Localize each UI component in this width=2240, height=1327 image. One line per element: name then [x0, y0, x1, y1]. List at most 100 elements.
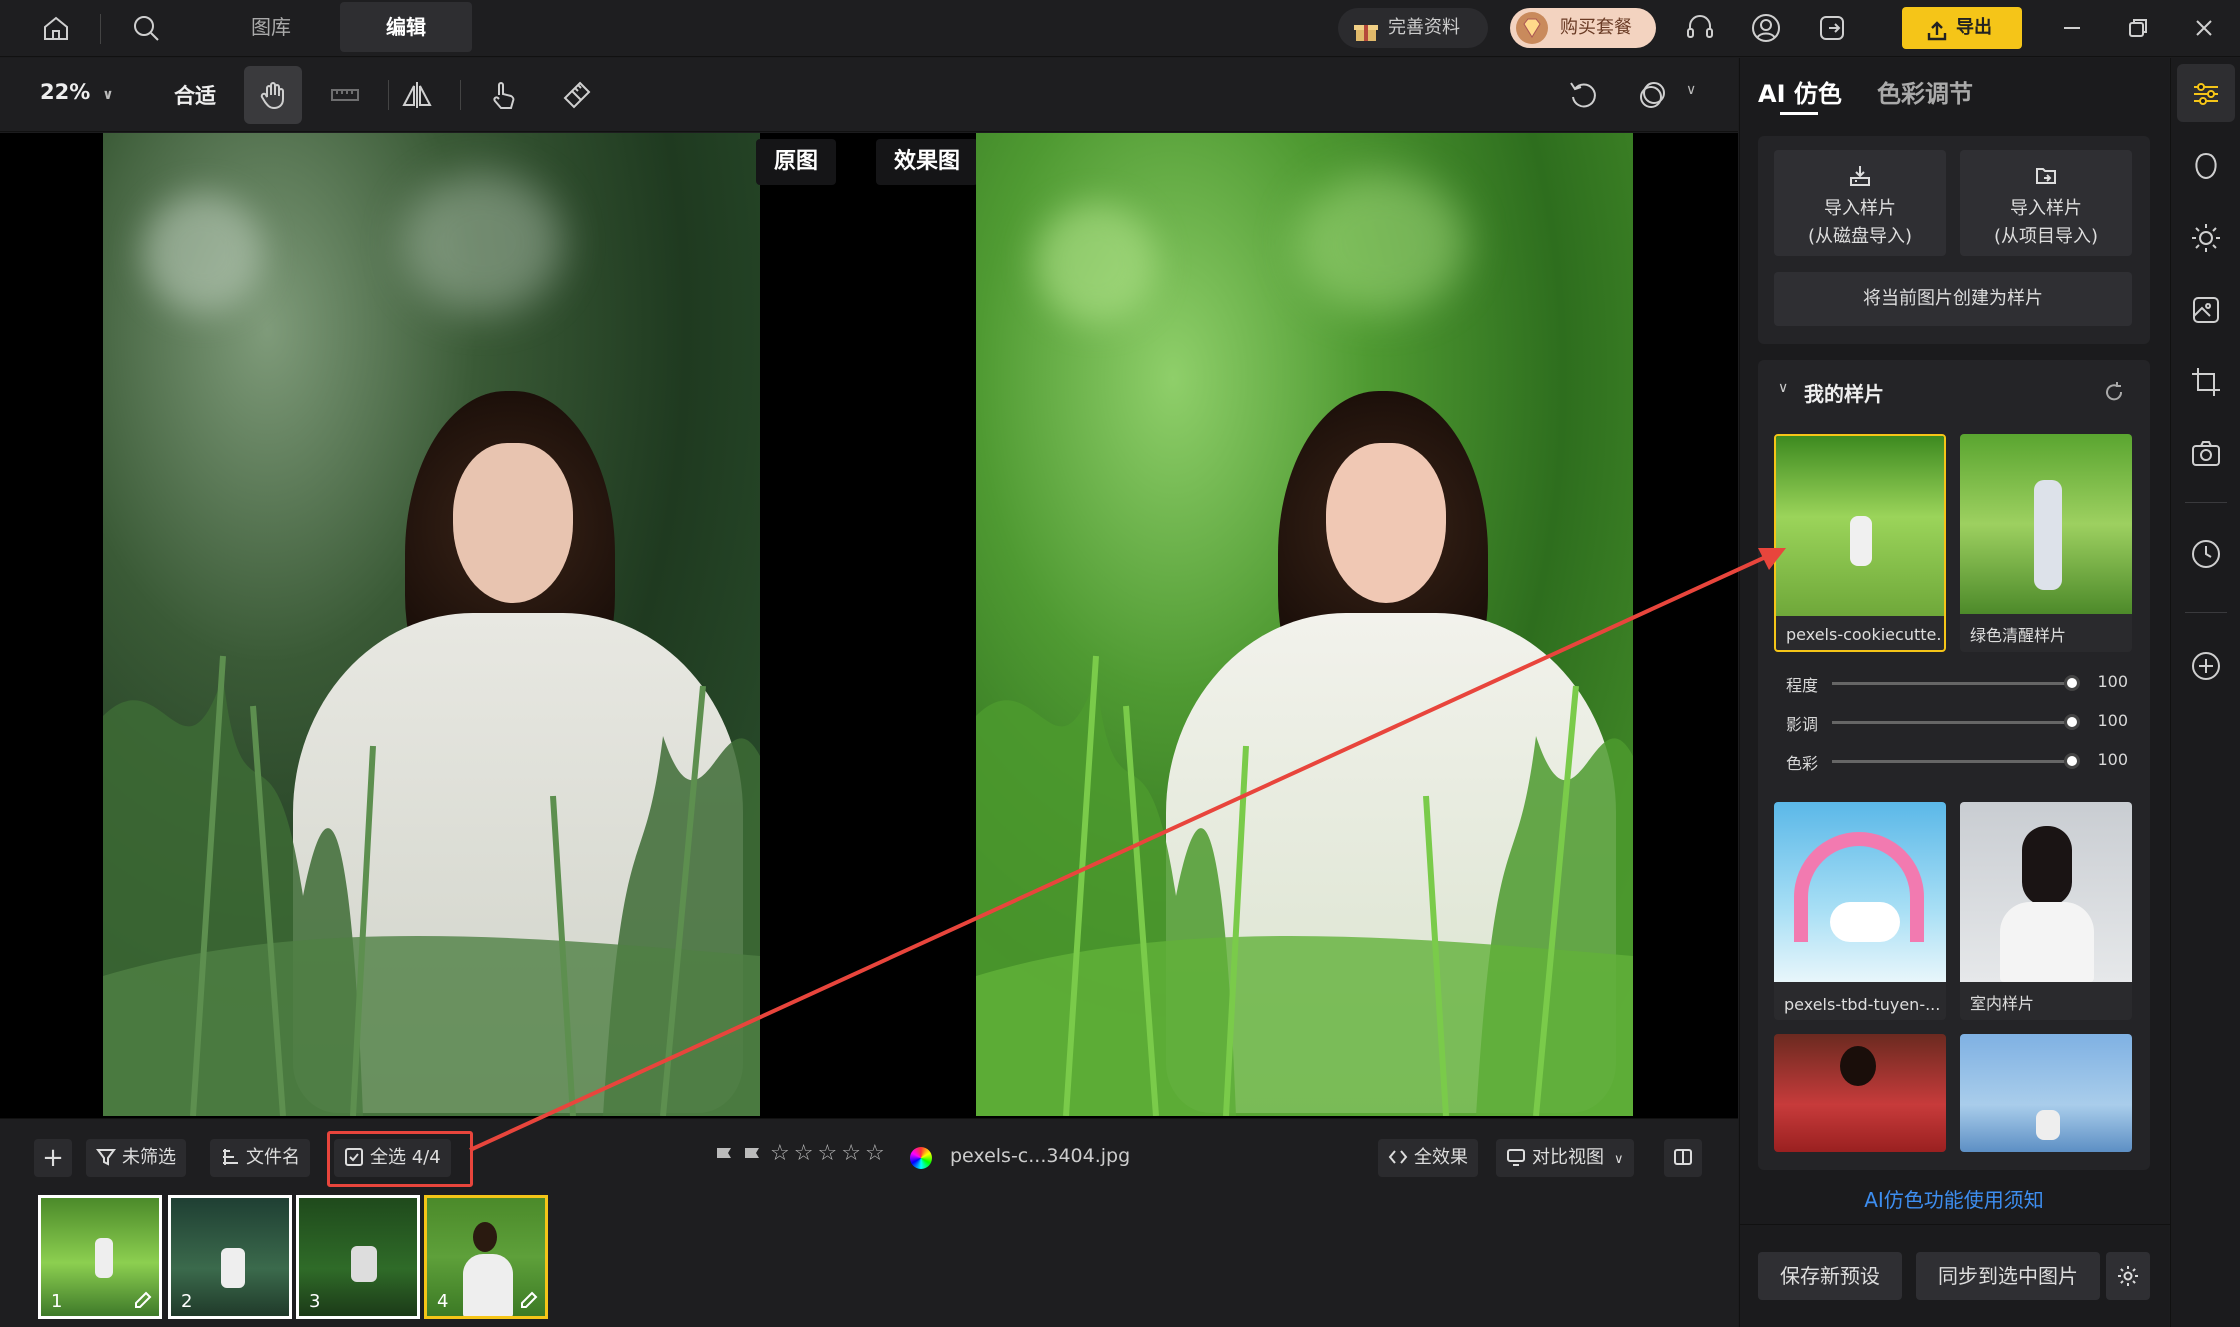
undo-icon — [1570, 82, 1596, 108]
tab-edit[interactable]: 编辑 — [340, 2, 472, 52]
add-button[interactable]: + — [34, 1139, 72, 1177]
divider — [2185, 502, 2227, 503]
gear-icon — [2118, 1266, 2138, 1286]
face-retouch-icon[interactable] — [2188, 148, 2224, 184]
import-from-project-button[interactable]: 导入样片 (从项目导入) — [1960, 150, 2132, 256]
divider — [2185, 612, 2227, 613]
overlay-tool[interactable] — [1624, 66, 1682, 124]
color-slider[interactable]: 色彩 100 — [1786, 746, 2136, 776]
sort-button[interactable]: 文件名 — [210, 1139, 310, 1177]
sample-card[interactable]: 室内样片 — [1960, 802, 2132, 1020]
eraser-tool[interactable] — [548, 66, 606, 124]
star-icon[interactable]: ☆ — [794, 1141, 814, 1166]
tab-ai-color-match[interactable]: AI 仿色 — [1758, 74, 1842, 109]
complete-info-button[interactable]: 完善资料 — [1338, 8, 1488, 48]
code-icon — [1388, 1150, 1408, 1164]
strength-slider[interactable]: 程度 100 — [1786, 668, 2136, 698]
grass-foreground — [976, 655, 1633, 1116]
create-sample-button[interactable]: 将当前图片创建为样片 — [1774, 272, 2132, 326]
zoom-select[interactable]: 22% ∨ — [40, 80, 114, 104]
restore-icon[interactable] — [2120, 10, 2156, 46]
camera-icon[interactable] — [2188, 436, 2224, 472]
sample-card[interactable]: pexels-cookiecutte... — [1774, 434, 1946, 652]
all-effects-button[interactable]: 全效果 — [1378, 1139, 1478, 1177]
settings-button[interactable] — [2106, 1252, 2150, 1300]
filter-button[interactable]: 未筛选 — [86, 1139, 186, 1177]
my-samples-card: ∨ 我的样片 pexels-cookiecutte... 绿色清醒样片 程度 1… — [1758, 360, 2150, 1170]
star-icon[interactable]: ☆ — [865, 1141, 885, 1166]
save-preset-button[interactable]: 保存新预设 — [1758, 1252, 1902, 1300]
filename-label: pexels-c...3404.jpg — [950, 1145, 1131, 1167]
compare-view-button[interactable]: 对比视图 ∨ — [1496, 1139, 1634, 1177]
add-circle-icon[interactable] — [2188, 648, 2224, 684]
refresh-icon[interactable] — [2102, 380, 2126, 404]
tab-color-adjust[interactable]: 色彩调节 — [1877, 74, 1973, 109]
reject-flag-icon[interactable] — [714, 1145, 734, 1167]
edited-icon — [521, 1291, 538, 1308]
help-link[interactable]: AI仿色功能使用须知 — [1758, 1184, 2150, 1213]
sample-card[interactable]: pexels-tbd-tuyen-... — [1774, 802, 1946, 1020]
fit-button[interactable]: 合适 — [174, 80, 216, 110]
tab-gallery[interactable]: 图库 — [230, 2, 312, 52]
hand-tool[interactable] — [244, 66, 302, 124]
touch-tool[interactable] — [474, 66, 532, 124]
ruler-icon — [331, 89, 359, 101]
my-samples-title: 我的样片 — [1804, 382, 1884, 406]
thumbnail-2[interactable]: 2 — [168, 1195, 292, 1319]
chevron-down-icon: ∨ — [1614, 1152, 1624, 1167]
image-adjust-icon[interactable] — [2188, 292, 2224, 328]
slider-handle[interactable] — [2064, 753, 2080, 769]
undo-tool[interactable] — [1554, 66, 1612, 124]
sort-icon — [223, 1149, 238, 1165]
logout-icon[interactable] — [1814, 10, 1850, 46]
flip-icon — [402, 82, 432, 108]
gift-icon — [1354, 17, 1378, 41]
ruler-tool[interactable] — [316, 66, 374, 124]
image-canvas: 原图 效果图 — [0, 133, 1738, 1118]
slider-handle[interactable] — [2064, 714, 2080, 730]
headset-icon[interactable] — [1682, 10, 1718, 46]
chevron-down-icon[interactable]: ∨ — [1686, 82, 1696, 98]
divider — [100, 14, 101, 44]
sample-card[interactable] — [1960, 1034, 2132, 1152]
home-icon[interactable] — [38, 10, 74, 46]
buy-package-button[interactable]: 购买套餐 — [1510, 8, 1656, 48]
touch-icon — [493, 82, 515, 109]
pick-flag-icon[interactable] — [742, 1145, 762, 1167]
filter-icon — [96, 1149, 116, 1166]
flip-tool[interactable] — [388, 66, 446, 124]
grass-foreground — [103, 655, 760, 1116]
edited-icon — [135, 1291, 152, 1308]
thumbnail-4-current[interactable]: 4 — [424, 1195, 548, 1319]
sample-card[interactable] — [1774, 1034, 1946, 1152]
star-icon[interactable]: ☆ — [841, 1141, 861, 1166]
minimize-icon[interactable] — [2054, 10, 2090, 46]
sun-icon[interactable] — [2188, 220, 2224, 256]
original-photo — [103, 133, 760, 1116]
adjust-sliders-icon[interactable] — [2188, 76, 2224, 112]
star-rating[interactable]: ☆ ☆ ☆ ☆ ☆ — [770, 1141, 889, 1166]
user-icon[interactable] — [1748, 10, 1784, 46]
sync-selected-button[interactable]: 同步到选中图片 — [1916, 1252, 2100, 1300]
close-icon[interactable] — [2186, 10, 2222, 46]
search-icon[interactable] — [128, 10, 164, 46]
import-from-disk-button[interactable]: 导入样片 (从磁盘导入) — [1774, 150, 1946, 256]
chevron-down-icon[interactable]: ∨ — [1778, 380, 1788, 396]
color-label-icon[interactable] — [910, 1147, 932, 1169]
thumbnail-3[interactable]: 3 — [296, 1195, 420, 1319]
split-view-button[interactable] — [1664, 1139, 1702, 1177]
crop-icon[interactable] — [2188, 364, 2224, 400]
slider-handle[interactable] — [2064, 675, 2080, 691]
export-button[interactable]: 导出 — [1902, 7, 2022, 49]
thumbnail-1[interactable]: 1 — [38, 1195, 162, 1319]
import-disk-icon — [1850, 166, 1870, 186]
eraser-icon — [563, 81, 591, 109]
overlay-icon — [1640, 82, 1665, 108]
sample-card[interactable]: 绿色清醒样片 — [1960, 434, 2132, 652]
star-icon[interactable]: ☆ — [817, 1141, 837, 1166]
tone-slider[interactable]: 影调 100 — [1786, 707, 2136, 737]
tool-rail — [2170, 58, 2240, 1327]
plus-icon: + — [42, 1143, 64, 1173]
star-icon[interactable]: ☆ — [770, 1141, 790, 1166]
history-icon[interactable] — [2188, 536, 2224, 572]
